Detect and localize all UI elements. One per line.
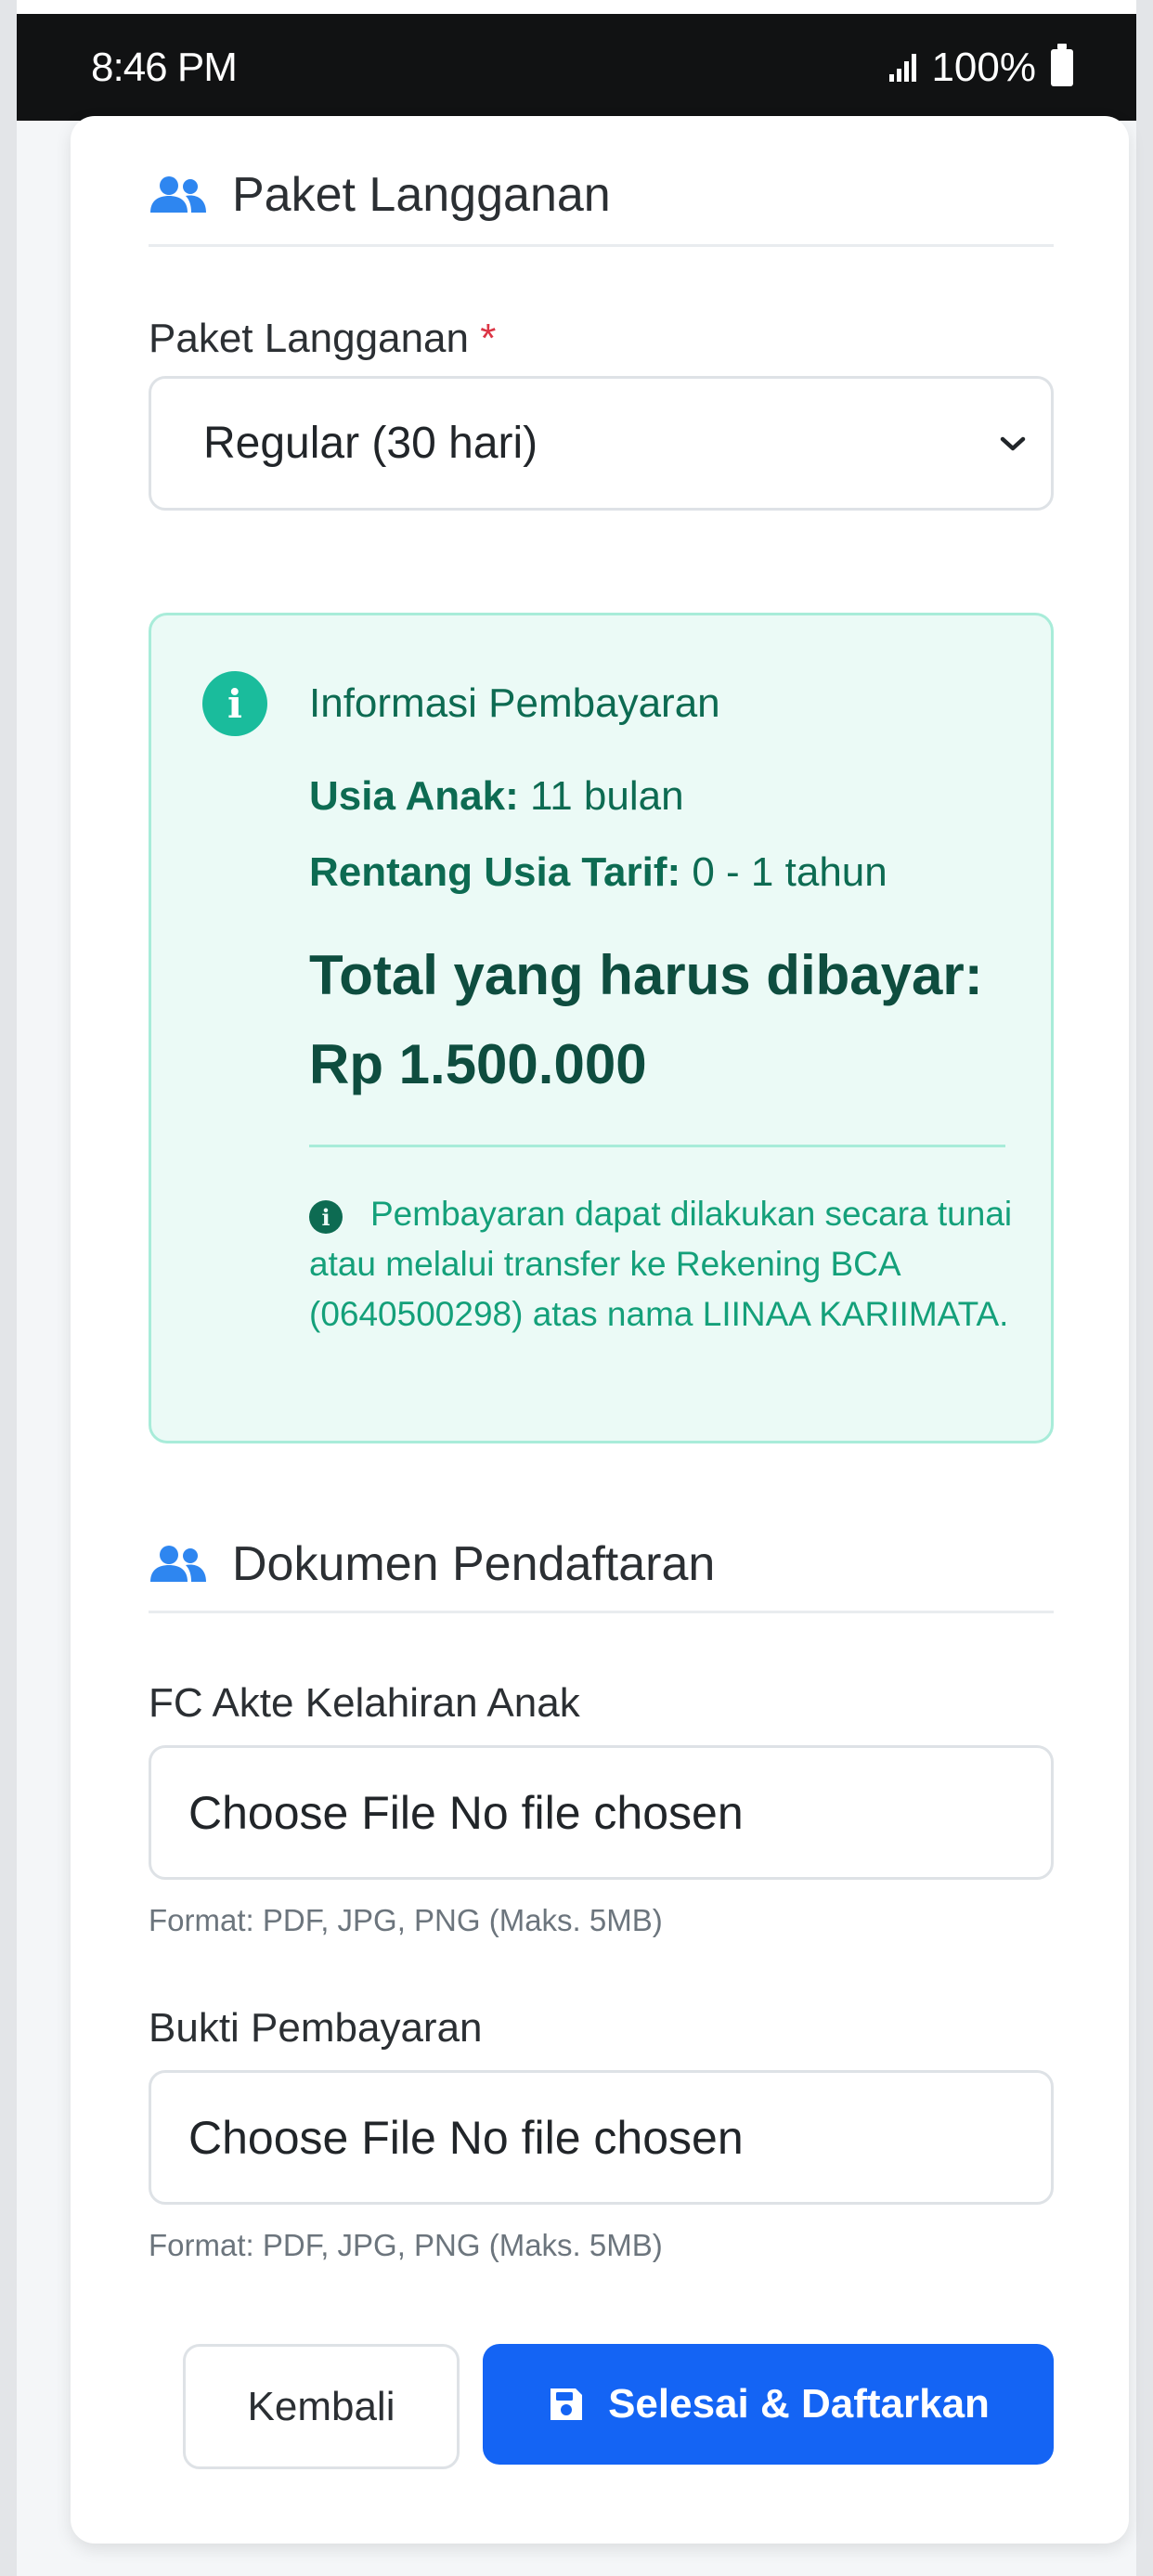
floppy-disk-icon (551, 2388, 583, 2420)
birth-cert-file-input[interactable]: Choose File No file chosen (149, 1745, 1054, 1880)
child-age-label: Usia Anak: (309, 773, 519, 819)
total-label: Total yang harus dibayar: (309, 944, 983, 1006)
section-title-text: Dokumen Pendaftaran (232, 1537, 716, 1591)
child-age-row: Usia Anak: 11 bulan (309, 773, 684, 820)
frame-edge-left (0, 0, 17, 2576)
total-amount: Rp 1.500.000 (309, 1033, 647, 1095)
status-bar: 8:46 PM 100% (17, 14, 1136, 121)
tariff-range-row: Rentang Usia Tarif: 0 - 1 tahun (309, 849, 887, 896)
battery-percent: 100% (931, 44, 1036, 90)
tariff-range-label: Rentang Usia Tarif: (309, 849, 681, 895)
section-divider (149, 244, 1054, 247)
back-button[interactable]: Kembali (183, 2344, 460, 2469)
payment-proof-file-input[interactable]: Choose File No file chosen (149, 2070, 1054, 2205)
choose-file-button[interactable]: Choose File (188, 2111, 436, 2165)
subscription-select[interactable]: Regular (30 hari) (149, 376, 1054, 511)
file-status: No file chosen (448, 1786, 744, 1839)
status-indicators: 100% (889, 43, 1073, 91)
birth-cert-label: FC Akte Kelahiran Anak (149, 1680, 580, 1726)
birth-cert-help: Format: PDF, JPG, PNG (Maks. 5MB) (149, 1903, 663, 1937)
status-time: 8:46 PM (91, 44, 238, 90)
section-divider (149, 1611, 1054, 1613)
info-circle-icon: i (202, 671, 267, 736)
payment-proof-label: Bukti Pembayaran (149, 2005, 483, 2051)
child-age-value: 11 bulan (530, 773, 684, 819)
submit-button[interactable]: Selesai & Daftarkan (483, 2344, 1054, 2465)
chevron-down-icon (1000, 436, 1026, 450)
users-icon (150, 176, 206, 213)
payment-info-title: Informasi Pembayaran (309, 680, 720, 726)
subscription-select-value: Regular (30 hari) (203, 419, 538, 468)
section-title-documents: Dokumen Pendaftaran (149, 1536, 1054, 1592)
submit-button-label: Selesai & Daftarkan (608, 2381, 990, 2427)
section-title-text: Paket Langganan (232, 168, 611, 222)
users-icon (150, 1546, 206, 1582)
signal-icon (889, 53, 917, 82)
file-status: No file chosen (448, 2111, 744, 2164)
section-title-subscription: Paket Langganan (149, 167, 1054, 223)
back-button-label: Kembali (247, 2383, 395, 2429)
battery-icon (1051, 43, 1073, 86)
subscription-label-text: Paket Langganan (149, 316, 469, 361)
payment-proof-help: Format: PDF, JPG, PNG (Maks. 5MB) (149, 2228, 663, 2262)
subscription-label: Paket Langganan * (149, 316, 496, 362)
payment-info-box: i Informasi Pembayaran Usia Anak: 11 bul… (149, 613, 1054, 1443)
required-mark: * (480, 316, 497, 361)
info-divider (309, 1145, 1005, 1147)
frame-edge-right (1136, 0, 1153, 2576)
payment-note: Pembayaran dapat dilakukan secara tunai … (309, 1195, 1013, 1333)
tariff-range-value: 0 - 1 tahun (692, 849, 887, 895)
choose-file-button[interactable]: Choose File (188, 1786, 436, 1840)
